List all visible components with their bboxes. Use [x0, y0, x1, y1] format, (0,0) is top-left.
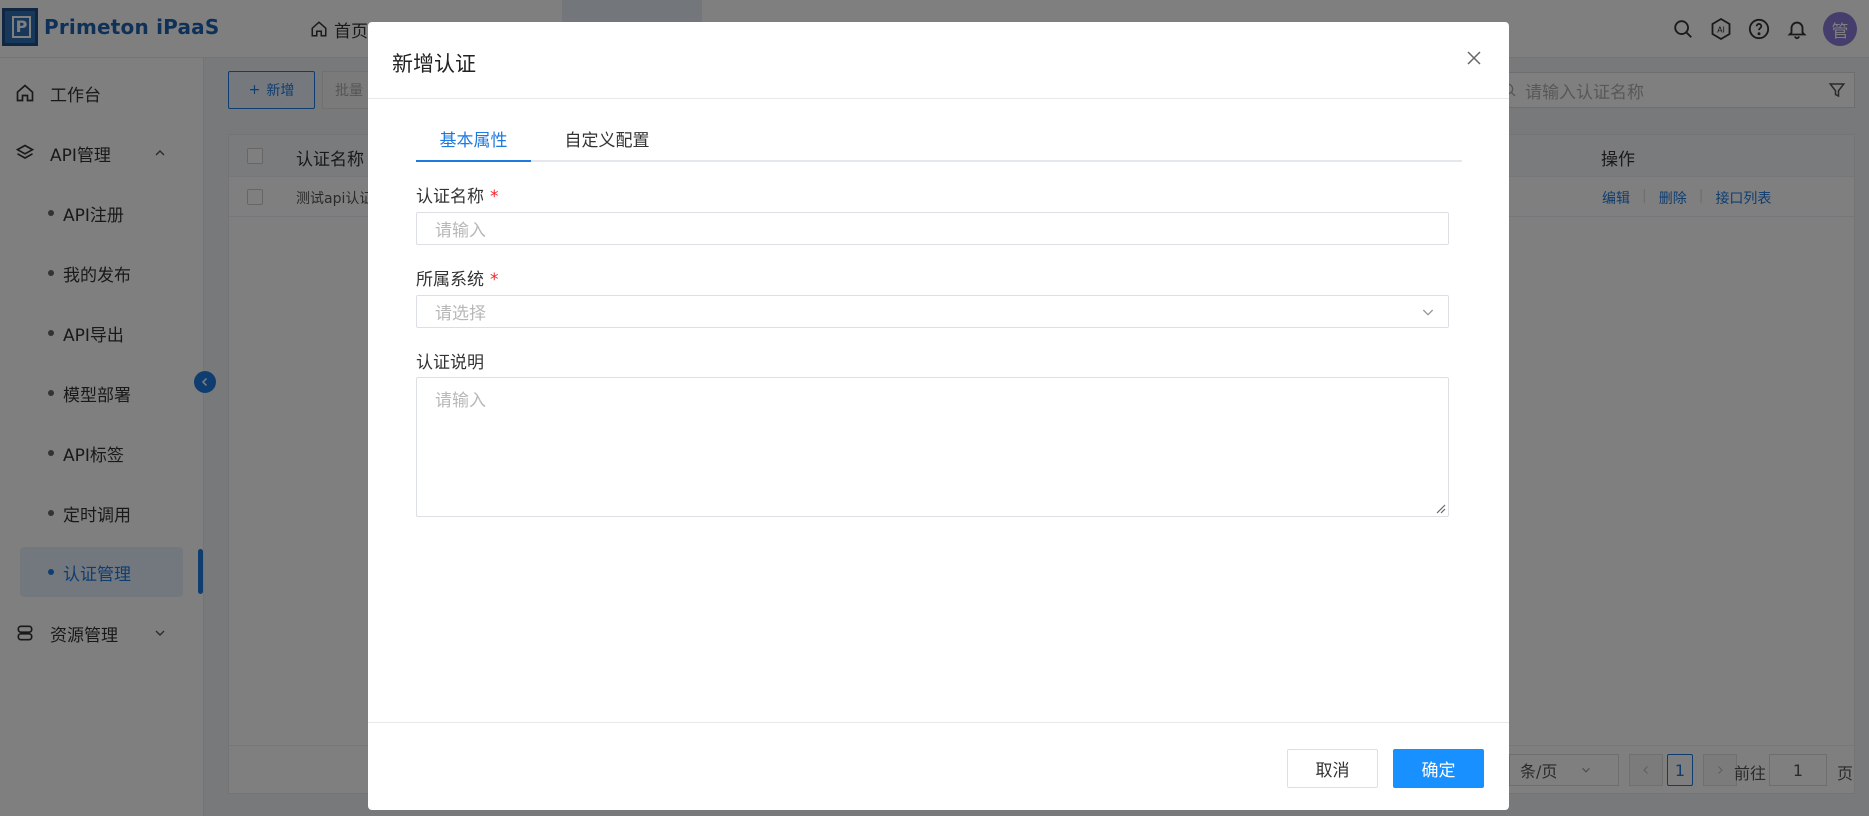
- description-label: 认证说明: [416, 353, 484, 373]
- system-label: 所属系统 *: [416, 270, 499, 290]
- dialog-title: 新增认证: [392, 52, 476, 76]
- close-icon[interactable]: [1462, 46, 1486, 70]
- dialog-header-divider: [368, 98, 1509, 99]
- dialog-tabs: 基本属性 自定义配置: [416, 122, 1462, 162]
- active-tab-indicator: [416, 160, 531, 162]
- dialog-footer-divider: [368, 722, 1509, 723]
- tab-basic-properties[interactable]: 基本属性: [416, 122, 531, 162]
- auth-name-input[interactable]: 请输入: [416, 212, 1449, 245]
- system-select[interactable]: 请选择: [416, 295, 1449, 328]
- auth-name-label: 认证名称 *: [416, 187, 499, 207]
- resize-handle-icon[interactable]: [1434, 502, 1446, 514]
- cancel-button[interactable]: 取消: [1287, 749, 1378, 788]
- chevron-down-icon: [1422, 309, 1434, 316]
- description-textarea[interactable]: 请输入: [416, 377, 1449, 517]
- add-auth-dialog: 新增认证 基本属性 自定义配置 认证名称 * 请输入 所属系统 * 请选择 认证说明…: [368, 22, 1509, 810]
- tab-custom-config[interactable]: 自定义配置: [552, 122, 662, 162]
- confirm-button[interactable]: 确定: [1393, 749, 1484, 788]
